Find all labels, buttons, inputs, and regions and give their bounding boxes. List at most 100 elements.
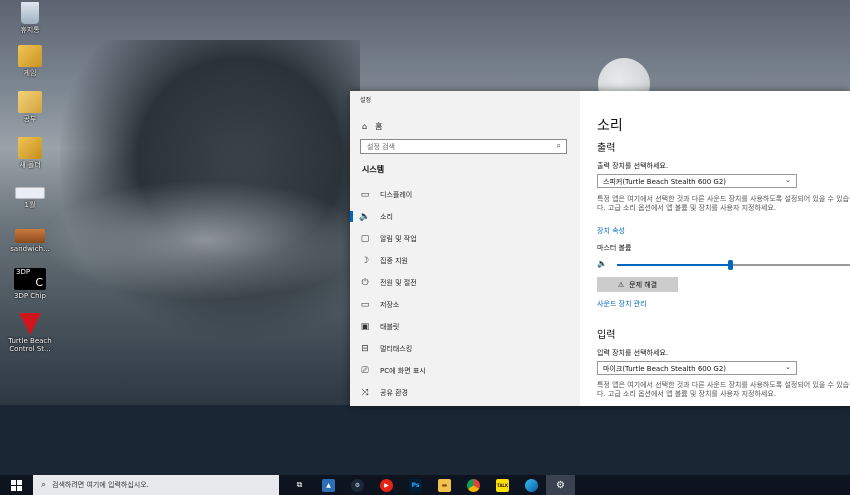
output-description: 특정 앱은 여기에서 선택한 것과 다른 사운드 장치를 사용하도록 설정되어 … — [597, 195, 850, 212]
nav-section-title: 시스템 — [362, 165, 385, 174]
taskbar-edge[interactable] — [517, 475, 546, 495]
output-heading: 출력 — [597, 143, 616, 154]
nav-item-storage[interactable]: ▭ 저장소 — [350, 294, 580, 316]
notification-icon: ▢ — [360, 234, 370, 244]
nav-item-label: 멀티태스킹 — [380, 345, 413, 353]
taskbar-search-input[interactable]: ⌕ 검색하려면 여기에 입력하십시오. — [33, 475, 279, 495]
desktop-icon-january[interactable]: 1월 — [0, 187, 60, 209]
settings-nav: 설정 ⌂ 홈 설정 검색 ⌕ 시스템 ▭ 디스플레이 🔈 소리 ▢ 알림 및 작… — [350, 91, 580, 406]
nav-item-notifications[interactable]: ▢ 알림 및 작업 — [350, 228, 580, 250]
tablet-icon: ▣ — [360, 322, 370, 332]
nav-item-display[interactable]: ▭ 디스플레이 — [350, 184, 580, 206]
nav-item-projecting[interactable]: ⎚ PC에 화면 표시 — [350, 360, 580, 382]
task-view-icon: ⧉ — [296, 480, 303, 489]
search-icon: ⌕ — [556, 141, 561, 150]
shared-icon: ⤨ — [361, 388, 369, 398]
taskbar-settings[interactable]: ⚙ — [546, 475, 575, 495]
image-file-icon — [15, 187, 45, 199]
taskbar-search-placeholder: 검색하려면 여기에 입력하십시오. — [52, 481, 149, 489]
taskbar-steam[interactable]: ⚙ — [343, 475, 372, 495]
desktop-icon-sandwich[interactable]: sandwich... — [0, 229, 60, 253]
edge-icon — [525, 478, 538, 492]
output-device-select[interactable]: 스피커(Turtle Beach Stealth 600 G2) ⌄ — [597, 174, 797, 188]
output-device-value: 스피커(Turtle Beach Stealth 600 G2) — [603, 178, 727, 186]
taskbar-youtube[interactable]: ▶ — [372, 475, 401, 495]
windows-logo-icon — [11, 479, 22, 491]
nav-item-tablet[interactable]: ▣ 태블릿 — [350, 316, 580, 338]
taskbar-file-explorer[interactable]: ▬ — [430, 475, 459, 495]
nav-item-focus-assist[interactable]: ☽ 집중 지원 — [350, 250, 580, 272]
volume-thumb[interactable] — [728, 260, 733, 270]
taskbar-app[interactable]: ▲ — [314, 475, 343, 495]
taskbar-kakaotalk[interactable]: TALK — [488, 475, 517, 495]
youtube-icon: ▶ — [380, 478, 393, 492]
search-icon: ⌕ — [41, 480, 47, 490]
input-description: 특정 앱은 여기에서 선택한 것과 다른 사운드 장치를 사용하도록 설정되어 … — [597, 381, 850, 398]
nav-home-label: 홈 — [375, 122, 383, 131]
speaker-icon: 🔈 — [359, 212, 371, 222]
taskbar: ⌕ 검색하려면 여기에 입력하십시오. ⧉ ▲ ⚙ ▶ Ps ▬ TALK ⚙ — [0, 475, 850, 495]
home-icon: ⌂ — [362, 122, 368, 131]
device-properties-link[interactable]: 장치 속성 — [597, 226, 625, 236]
taskbar-photoshop[interactable]: Ps — [401, 475, 430, 495]
input-select-label: 입력 장치를 선택하세요. — [597, 349, 669, 357]
folder-icon — [18, 137, 42, 159]
nav-item-power[interactable]: ⏻ 전원 및 절전 — [350, 272, 580, 294]
moon-icon: ☽ — [360, 256, 370, 266]
page-title: 소리 — [597, 118, 623, 134]
task-view-button[interactable]: ⧉ — [285, 475, 314, 495]
input-device-select[interactable]: 마이크(Turtle Beach Stealth 600 G2) ⌄ — [597, 361, 797, 375]
warning-icon: ⚠ — [617, 280, 625, 289]
app-icon: ▲ — [322, 478, 335, 492]
desktop-icon-recycle-bin[interactable]: 휴지통 — [0, 2, 60, 34]
window-title: 설정 — [360, 97, 372, 104]
nav-item-multitasking[interactable]: ⊟ 멀티태스킹 — [350, 338, 580, 360]
desktop-icon-new-folder[interactable]: 새 폴더 — [0, 137, 60, 169]
input-heading: 입력 — [597, 330, 616, 341]
manage-sound-devices-link[interactable]: 사운드 장치 관리 — [597, 299, 647, 309]
settings-gear-icon: ⚙ — [556, 479, 565, 491]
chrome-icon — [467, 478, 480, 492]
wallpaper-sea — [0, 405, 850, 475]
nav-item-shared-experiences[interactable]: ⤨ 공유 환경 — [350, 382, 580, 404]
3dp-chip-badge: 3DP — [16, 268, 31, 276]
photoshop-icon: Ps — [409, 478, 422, 492]
output-select-label: 출력 장치를 선택하세요. — [597, 162, 669, 170]
kakaotalk-icon: TALK — [496, 478, 509, 492]
multitasking-icon: ⊟ — [361, 344, 369, 354]
3dp-chip-icon: 3DP C — [14, 268, 46, 290]
folder-icon — [18, 91, 42, 113]
settings-window: 설정 ⌂ 홈 설정 검색 ⌕ 시스템 ▭ 디스플레이 🔈 소리 ▢ 알림 및 작… — [350, 91, 850, 406]
nav-item-label: 디스플레이 — [380, 191, 413, 199]
chevron-down-icon: ⌄ — [785, 363, 791, 371]
wallpaper-mist — [40, 180, 370, 300]
settings-search-input[interactable]: 설정 검색 ⌕ — [360, 139, 567, 154]
volume-track[interactable] — [617, 260, 850, 270]
volume-fill — [617, 264, 730, 266]
turtle-beach-icon — [19, 313, 41, 335]
settings-content: 소리 출력 출력 장치를 선택하세요. 스피커(Turtle Beach Ste… — [580, 91, 850, 406]
projecting-icon: ⎚ — [361, 366, 369, 376]
input-device-value: 마이크(Turtle Beach Stealth 600 G2) — [603, 365, 727, 373]
start-button[interactable] — [0, 475, 33, 495]
desktop-icon-3dp-chip[interactable]: 3DP C 3DP Chip — [0, 268, 60, 300]
desktop-icon-study[interactable]: 공부 — [0, 91, 60, 123]
troubleshoot-button[interactable]: ⚠ 문제 해결 — [597, 277, 678, 292]
desktop-icon-games[interactable]: 게임 — [0, 45, 60, 77]
desktop-icon-turtle-beach[interactable]: Turtle Beach Control St... — [0, 313, 60, 353]
nav-item-label: 저장소 — [380, 301, 400, 309]
file-explorer-icon: ▬ — [438, 478, 451, 492]
nav-item-label: 전원 및 절전 — [380, 279, 417, 287]
nav-item-label: 공유 환경 — [380, 389, 408, 397]
taskbar-chrome[interactable] — [459, 475, 488, 495]
master-volume-label: 마스터 볼륨 — [597, 244, 632, 252]
recycle-bin-icon — [21, 2, 39, 24]
3dp-chip-letter: C — [35, 276, 43, 289]
master-volume-slider[interactable]: 🔈 — [597, 259, 850, 271]
search-placeholder: 설정 검색 — [367, 143, 395, 151]
nav-item-sound[interactable]: 🔈 소리 — [350, 206, 580, 228]
nav-item-label: PC에 화면 표시 — [380, 367, 426, 375]
nav-home[interactable]: ⌂ 홈 — [362, 121, 382, 132]
chevron-down-icon: ⌄ — [785, 176, 791, 184]
nav-item-label: 집중 지원 — [380, 257, 408, 265]
